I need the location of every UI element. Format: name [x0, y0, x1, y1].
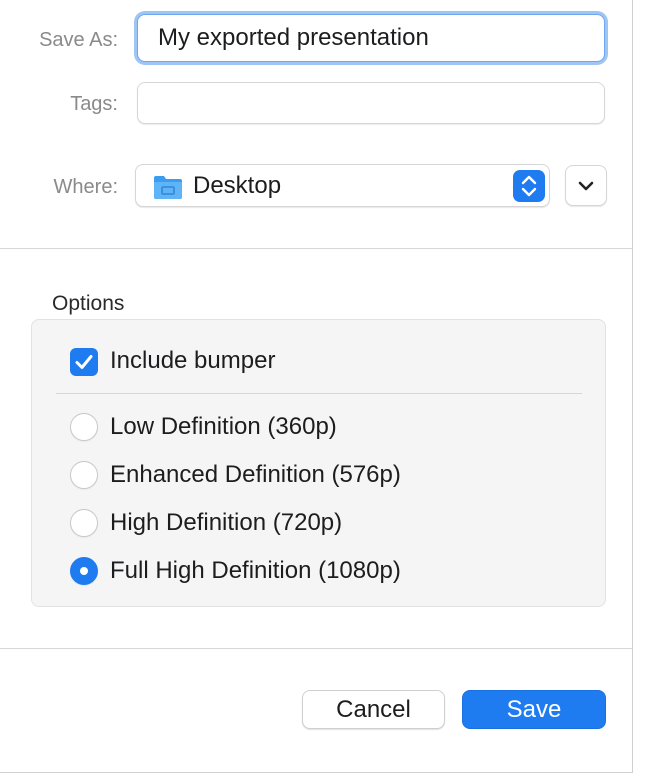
- radio-label-full-high-definition[interactable]: Full High Definition (1080p): [110, 557, 401, 585]
- checkmark-icon: [75, 355, 93, 369]
- where-label: Where:: [53, 176, 118, 198]
- folder-icon: [153, 174, 183, 200]
- save-as-input[interactable]: My exported presentation: [137, 14, 605, 62]
- options-divider: [56, 393, 582, 394]
- radio-label-enhanced-definition[interactable]: Enhanced Definition (576p): [110, 461, 401, 489]
- expand-browser-button[interactable]: [565, 165, 607, 206]
- radio-low-definition[interactable]: [70, 413, 98, 441]
- radio-label-low-definition[interactable]: Low Definition (360p): [110, 413, 337, 441]
- tags-input[interactable]: [137, 82, 605, 124]
- radio-label-high-definition[interactable]: High Definition (720p): [110, 509, 342, 537]
- tags-label: Tags:: [70, 93, 118, 115]
- divider: [0, 248, 632, 249]
- where-location-select[interactable]: Desktop: [135, 164, 550, 207]
- where-value: Desktop: [193, 172, 282, 199]
- include-bumper-checkbox[interactable]: [70, 348, 98, 376]
- options-title: Options: [52, 292, 125, 315]
- cancel-button[interactable]: Cancel: [302, 690, 445, 729]
- export-dialog: Save As: My exported presentation Tags: …: [0, 0, 633, 773]
- chevron-down-icon: [566, 181, 606, 209]
- include-bumper-label[interactable]: Include bumper: [110, 347, 275, 375]
- popup-stepper-icon: [513, 170, 545, 202]
- radio-enhanced-definition[interactable]: [70, 461, 98, 489]
- save-as-label: Save As:: [39, 29, 118, 51]
- save-button[interactable]: Save: [462, 690, 606, 729]
- radio-full-high-definition[interactable]: [70, 557, 98, 585]
- divider: [0, 648, 632, 649]
- radio-high-definition[interactable]: [70, 509, 98, 537]
- options-panel: Include bumper Low Definition (360p) Enh…: [31, 319, 606, 607]
